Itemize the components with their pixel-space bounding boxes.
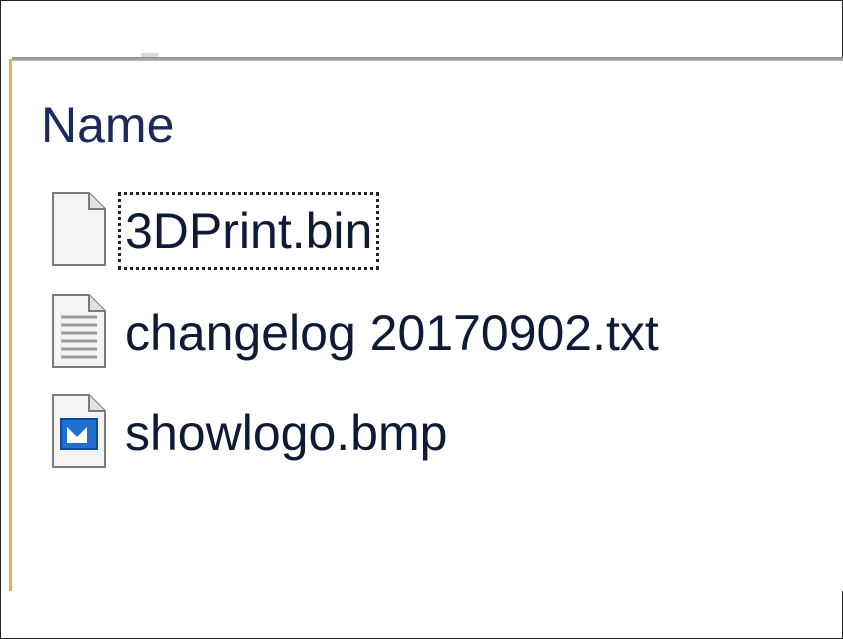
file-name[interactable]: 3DPrint.bin — [117, 192, 380, 270]
text-file-icon — [47, 291, 119, 376]
column-header-name[interactable]: Name — [41, 95, 174, 155]
file-row-showlogo-bmp[interactable]: showlogo.bmp — [47, 387, 453, 479]
file-name[interactable]: changelog 20170902.txt — [119, 295, 665, 371]
blank-file-icon — [47, 189, 119, 274]
file-name[interactable]: showlogo.bmp — [119, 395, 453, 471]
explorer-window: Name 3DPrint.bin changelog 20170902.txt … — [0, 0, 843, 639]
bitmap-file-icon — [47, 391, 119, 476]
file-row-3dprint-bin[interactable]: 3DPrint.bin — [47, 185, 380, 277]
file-row-changelog-txt[interactable]: changelog 20170902.txt — [47, 287, 665, 379]
